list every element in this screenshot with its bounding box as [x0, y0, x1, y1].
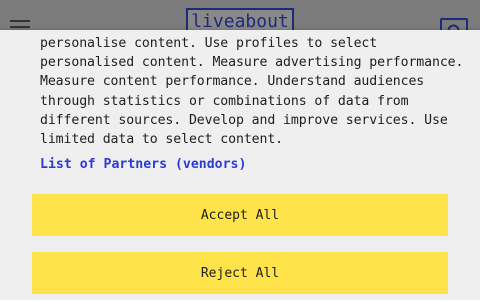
accept-all-button[interactable]: Accept All: [32, 194, 448, 236]
reject-all-button[interactable]: Reject All: [32, 252, 448, 294]
consent-description: personalise content. Use profiles to sel…: [40, 36, 464, 148]
partners-link[interactable]: List of Partners (vendors): [40, 155, 246, 174]
consent-panel: personalise content. Use profiles to sel…: [0, 30, 480, 300]
